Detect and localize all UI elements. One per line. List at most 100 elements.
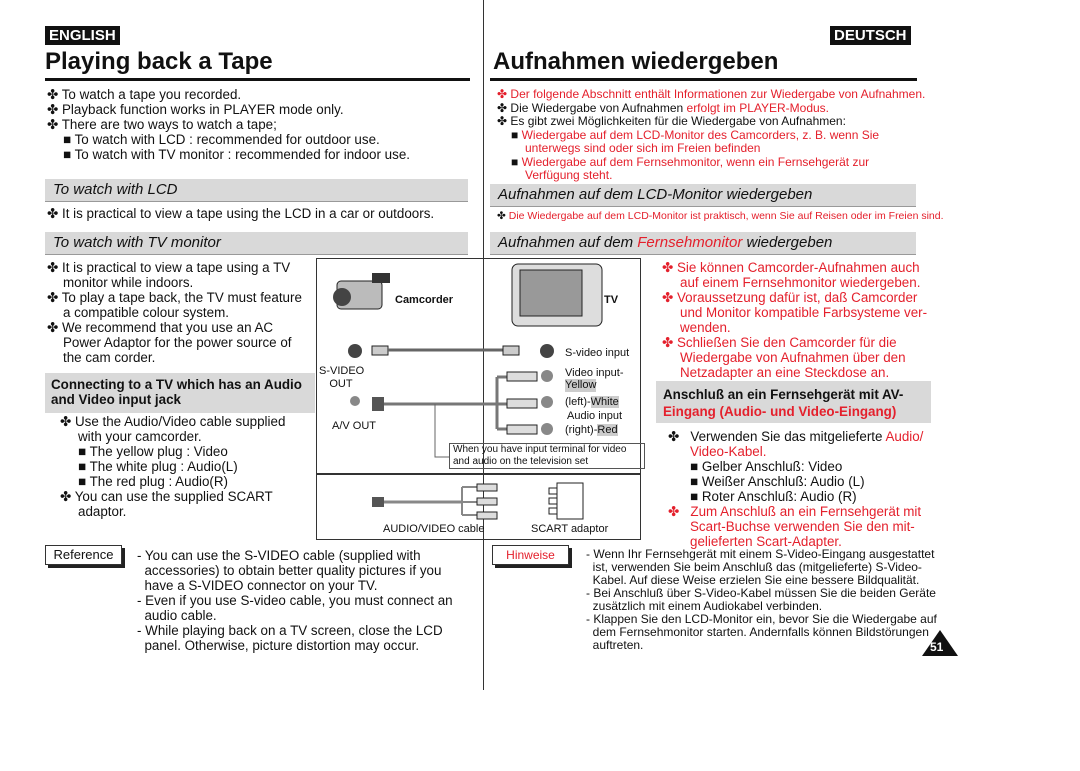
tv-line: It is practical to view a tape using a T… <box>61 260 291 275</box>
bullet-icon: ✤ <box>47 260 59 275</box>
connect-line-red: Video-Kabel. <box>690 444 767 459</box>
tv-line: Sie können Camcorder-Aufnahmen auch <box>676 260 920 275</box>
square-bullet-icon: ■ <box>78 459 87 474</box>
connect-heading-line: Anschluß an ein Fernsehgerät mit AV- <box>663 387 904 402</box>
bullet-icon: ✤ <box>47 320 59 335</box>
tv-line: auf einem Fernsehmonitor wiedergeben. <box>680 275 921 290</box>
reference-label: Reference <box>45 545 122 565</box>
scart-line: Scart-Buchse verwenden Sie den mit- <box>690 519 915 534</box>
note-line: auftreten. <box>586 638 644 652</box>
accessories-box: AUDIO/VIDEO cable SCART adaptor <box>316 474 641 540</box>
intro-subitem: Wiedergabe auf dem LCD-Monitor des Camco… <box>521 127 880 142</box>
reference-line: audio cable. <box>137 608 217 623</box>
section-title-part: wiedergeben <box>742 234 833 251</box>
tv-line: wenden. <box>680 320 731 335</box>
tv-line: Wiedergabe von Aufnahmen über den <box>680 350 906 365</box>
connect-heading-en: Connecting to a TV which has an Audio an… <box>51 377 302 407</box>
connect-line: Verwenden Sie das mitgelieferte <box>690 429 886 444</box>
reference-line: - Even if you use S-video cable, you mus… <box>137 593 453 608</box>
red-label: Red <box>597 424 618 436</box>
bullet-icon: ✤ <box>47 87 59 102</box>
reference-line: have a S-VIDEO connector on your TV. <box>137 578 378 593</box>
lcd-text: Die Wiedergabe auf dem LCD-Monitor ist p… <box>508 210 944 222</box>
section-tv-de: Aufnahmen auf dem Fernsehmonitor wiederg… <box>490 232 916 255</box>
bullet-icon: ✤ <box>497 87 508 101</box>
tv-line: Power Adaptor for the power source of <box>63 335 292 350</box>
square-bullet-icon: ■ <box>690 474 699 489</box>
connect-heading-line: Connecting to a TV which has an Audio <box>51 377 302 392</box>
av-cable-icon <box>372 483 498 520</box>
tv-line: a compatible colour system. <box>63 305 229 320</box>
accessories-graphics <box>372 482 584 520</box>
title-rule <box>490 78 917 81</box>
note-line: and audio on the television set <box>453 456 589 467</box>
right-label: (right)- <box>565 424 598 436</box>
yellow-label: Yellow <box>565 379 597 392</box>
av-cable-label: AUDIO/VIDEO cable <box>383 523 485 535</box>
white-label: White <box>590 396 619 408</box>
connect-list-en: ✤ Use the Audio/Video cable supplied wit… <box>60 414 285 519</box>
bullet-icon: ✤ <box>662 290 674 305</box>
connect-heading-line: Eingang (Audio- und Video-Eingang) <box>663 404 897 419</box>
connect-line: with your camcorder. <box>78 429 202 444</box>
section-tv-en: To watch with TV monitor <box>45 232 468 255</box>
scart-line: You can use the supplied SCART <box>74 489 273 504</box>
note-line: When you have input terminal for video <box>453 444 627 455</box>
intro-subitem: To watch with LCD : recommended for outd… <box>74 132 380 147</box>
plug-item: Roter Anschluß: Audio (R) <box>701 489 857 504</box>
section-lcd-de: Aufnahmen auf dem LCD-Monitor wiedergebe… <box>490 184 916 207</box>
bullet-icon: ✤ <box>497 210 506 222</box>
square-bullet-icon: ■ <box>78 444 87 459</box>
connect-line: Use the Audio/Video cable supplied <box>74 414 286 429</box>
english-badge: ENGLISH <box>45 26 120 45</box>
connect-heading-de: Anschluß an ein Fernsehgerät mit AV- Ein… <box>663 386 903 420</box>
intro-subitem: To watch with TV monitor : recommended f… <box>74 147 410 162</box>
reference-line: - While playing back on a TV screen, clo… <box>137 623 443 638</box>
tv-label: TV <box>604 294 619 306</box>
square-bullet-icon: ■ <box>63 147 72 162</box>
intro-item: To watch a tape you recorded. <box>61 87 242 102</box>
tv-line: Netzadapter an eine Steckdose an. <box>680 365 890 380</box>
diagram-graphics <box>333 263 603 458</box>
section-title-part: Aufnahmen auf dem <box>498 234 638 251</box>
bullet-icon: ✤ <box>497 114 508 128</box>
bullet-icon: ✤ <box>668 504 680 519</box>
title-rule <box>45 78 470 81</box>
scart-adaptor-label: SCART adaptor <box>531 523 609 535</box>
section-title-red: Fernsehmonitor <box>637 234 743 251</box>
tv-list-en: ✤ It is practical to view a tape using a… <box>47 260 302 365</box>
svideo-cable <box>348 344 554 358</box>
terminal-note: When you have input terminal for video an… <box>449 443 645 469</box>
intro-item: There are two ways to watch a tape; <box>61 117 277 132</box>
bullet-icon: ✤ <box>60 414 72 429</box>
intro-subitem: Wiedergabe auf dem Fernsehmonitor, wenn … <box>521 154 870 169</box>
lcd-text: It is practical to view a tape using the… <box>61 206 435 221</box>
manual-page: ENGLISH Playing back a Tape DEUTSCH Aufn… <box>0 0 1080 771</box>
scart-adaptor-icon <box>548 482 584 520</box>
deutsch-badge: DEUTSCH <box>830 26 911 45</box>
bullet-icon: ✤ <box>662 335 674 350</box>
plug-item: The red plug : Audio(R) <box>89 474 229 489</box>
square-bullet-icon: ■ <box>511 127 519 142</box>
plug-item: The white plug : Audio(L) <box>89 459 238 474</box>
square-bullet-icon: ■ <box>690 459 699 474</box>
tv-list-de: ✤ Sie können Camcorder-Aufnahmen auch au… <box>662 260 927 380</box>
bullet-icon: ✤ <box>47 117 59 132</box>
intro-subitem: Verfügung steht. <box>525 168 613 182</box>
tv-line: Schließen Sie den Camcorder für die <box>676 335 897 350</box>
scart-line: Zum Anschluß an ein Fernsehgerät mit <box>690 504 922 519</box>
camcorder-label: Camcorder <box>395 294 454 306</box>
intro-item: Es gibt zwei Möglichkeiten für die Wiede… <box>510 114 846 128</box>
reference-line: accessories) to obtain better quality pi… <box>137 563 442 578</box>
bullet-icon: ✤ <box>668 429 680 444</box>
reference-notes: - You can use the S-VIDEO cable (supplie… <box>137 548 453 653</box>
audio-input-label: Audio input <box>567 410 623 422</box>
connect-list-de: ✤ Verwenden Sie das mitgelieferte Audio/… <box>668 429 923 549</box>
page-title-de: Aufnahmen wiedergeben <box>493 48 779 75</box>
intro-list-de: ✤ Der folgende Abschnitt enthält Informa… <box>497 87 925 183</box>
square-bullet-icon: ■ <box>63 132 72 147</box>
lcd-text-en: ✤ It is practical to view a tape using t… <box>47 206 434 221</box>
square-bullet-icon: ■ <box>78 474 87 489</box>
bullet-icon: ✤ <box>47 102 59 117</box>
hinweise-notes: - Wenn Ihr Fernsehgerät mit einem S-Vide… <box>586 548 937 652</box>
